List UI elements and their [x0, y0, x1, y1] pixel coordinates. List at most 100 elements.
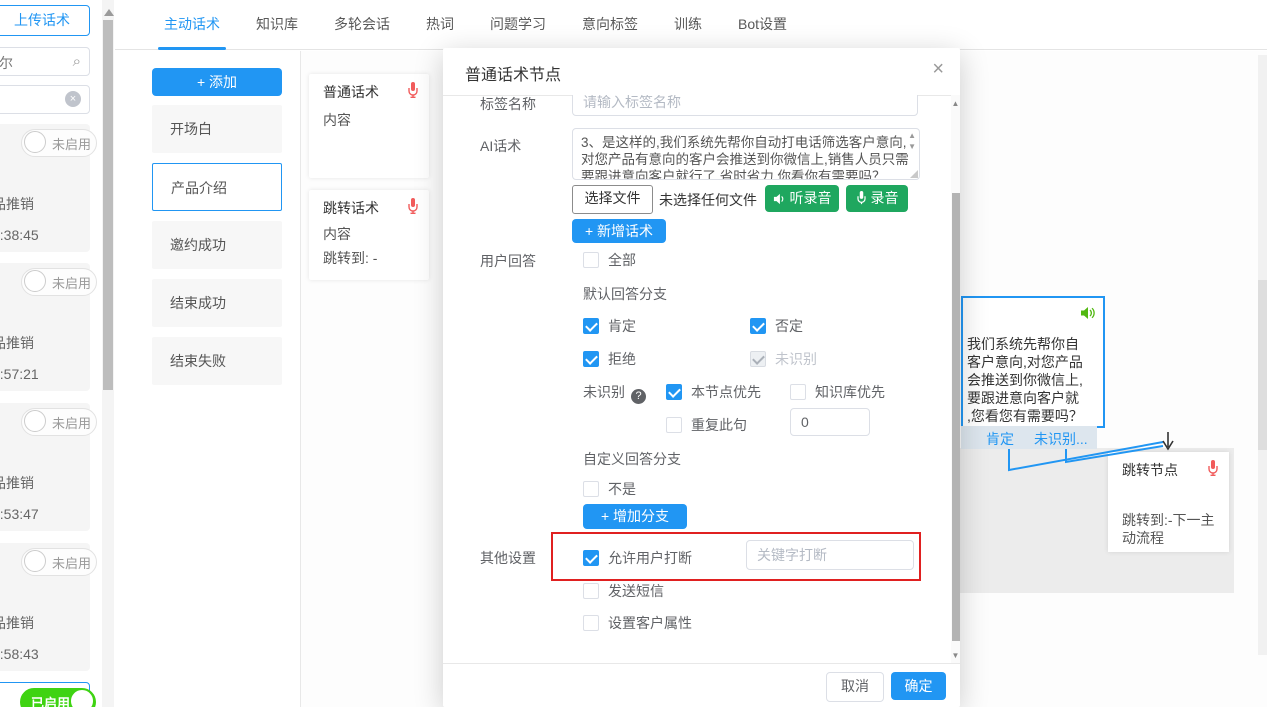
microphone-icon[interactable] [407, 198, 419, 217]
jump-node-card[interactable]: 跳转节点 跳转到:-下一主 动流程 [1108, 452, 1229, 552]
enable-toggle[interactable]: 未启用 [21, 548, 97, 576]
flow-item-invite-success[interactable]: 邀约成功 [152, 221, 282, 269]
checkbox-refuse[interactable]: 拒绝 [583, 349, 636, 369]
enable-toggle-on[interactable]: 已启用 [20, 688, 96, 707]
search-icon[interactable]: ⌕ [73, 53, 81, 70]
tab-knowledge-base[interactable]: 知识库 [242, 0, 312, 50]
toggle-label: 未启用 [52, 553, 91, 572]
checkbox-icon [583, 252, 599, 268]
tab-hot-words[interactable]: 热词 [412, 0, 468, 50]
flow-item-opening[interactable]: 开场白 [152, 105, 282, 153]
toggle-label: 已启用 [31, 693, 70, 707]
checkbox-repeat-sentence[interactable]: 重复此句 [666, 415, 747, 435]
cancel-button[interactable]: 取消 [826, 672, 884, 702]
scroll-up-arrow-icon[interactable]: ▲ [951, 99, 960, 108]
campaign-name: 品推销 [0, 333, 34, 353]
listen-recording-button[interactable]: 听录音 [765, 185, 839, 212]
left-scrollbar[interactable] [102, 0, 114, 707]
bubble-text-line: 要跟进意向客户就 [967, 388, 1079, 408]
filter-input[interactable]: × [0, 85, 90, 114]
node-card-jump-script[interactable]: 跳转话术 内容 跳转到: - [309, 190, 429, 280]
canvas-right-scroll-thumb[interactable] [1258, 280, 1267, 450]
add-script-label: 新增话术 [597, 223, 653, 239]
checkbox-kb-first[interactable]: 知识库优先 [790, 382, 885, 402]
label-name-label: 标签名称 [480, 95, 536, 114]
add-flow-button[interactable]: + 添加 [152, 68, 282, 96]
campaign-card[interactable]: 未启用 品推销 9:38:45 [0, 124, 90, 252]
tab-question-learning[interactable]: 问题学习 [476, 0, 560, 50]
scroll-up-arrow-icon[interactable] [104, 4, 114, 16]
flow-item-product-intro[interactable]: 产品介绍 [152, 163, 282, 211]
toggle-label: 未启用 [52, 273, 91, 292]
checkbox-icon [666, 384, 682, 400]
campaign-time: 7:53:47 [0, 506, 39, 522]
app-root: 主动话术 知识库 多轮会话 热词 问题学习 意向标签 训练 Bot设置 上传话术… [0, 0, 1267, 707]
scroll-down-arrow-icon[interactable]: ▼ [951, 651, 960, 660]
node-card-normal-script[interactable]: 普通话术 内容 [309, 74, 429, 178]
checkbox-label: 设置客户属性 [608, 613, 692, 633]
confirm-button[interactable]: 确定 [891, 672, 946, 700]
ai-script-textarea[interactable]: 3、是这样的,我们系统先帮你自动打电话筛选客户意向, 对您产品有意向的客户会推送… [572, 128, 920, 180]
clear-icon[interactable]: × [65, 91, 81, 107]
scrollbar-thumb[interactable] [103, 20, 113, 390]
textarea-scroll-up-icon[interactable]: ▲ [908, 131, 916, 140]
speaker-icon[interactable] [1080, 306, 1095, 323]
campaign-time: 9:38:45 [0, 227, 39, 243]
enable-toggle[interactable]: 未启用 [21, 408, 97, 436]
branch-tab-unrecognized[interactable]: 未识别... [1034, 429, 1088, 449]
branch-tab-strip: 肯定 未识别... [961, 426, 1097, 449]
tab-strip: 主动话术 知识库 多轮会话 热词 问题学习 意向标签 训练 Bot设置 [150, 0, 801, 50]
tab-active-scripts[interactable]: 主动话术 [150, 0, 234, 50]
search-input-text: 尔 [0, 53, 13, 73]
checkbox-set-customer-attr[interactable]: 设置客户属性 [583, 613, 692, 633]
help-icon[interactable]: ? [631, 389, 646, 404]
microphone-icon [856, 191, 867, 205]
checkbox-label: 重复此句 [691, 415, 747, 435]
tab-intent-labels[interactable]: 意向标签 [568, 0, 652, 50]
checkbox-deny[interactable]: 否定 [750, 316, 803, 336]
checkbox-all[interactable]: 全部 [583, 250, 636, 270]
flow-item-end-fail[interactable]: 结束失败 [152, 337, 282, 385]
enable-toggle[interactable]: 未启用 [21, 129, 97, 157]
add-script-button[interactable]: + 新增话术 [572, 219, 666, 243]
speech-bubble-node[interactable]: 我们系统先帮你自 客户意向,对您产品 会推送到你微信上, 要跟进意向客户就 ,您… [961, 296, 1105, 428]
campaign-card[interactable]: 未启用 品推销 3:58:43 [0, 543, 90, 671]
repeat-count-input[interactable] [790, 408, 870, 436]
campaign-card[interactable]: 未启用 品推销 7:53:47 [0, 403, 90, 531]
name-search-input[interactable]: 尔 ⌕ [0, 47, 90, 76]
record-button[interactable]: 录音 [846, 185, 908, 212]
no-file-text: 未选择任何文件 [659, 190, 757, 210]
campaign-card[interactable]: 未启用 品推销 7:57:21 [0, 263, 90, 391]
tab-multi-turn[interactable]: 多轮会话 [320, 0, 404, 50]
close-icon[interactable]: × [932, 58, 944, 81]
enable-toggle[interactable]: 未启用 [21, 268, 97, 296]
checkbox-send-sms[interactable]: 发送短信 [583, 581, 664, 601]
checkbox-label: 知识库优先 [815, 382, 885, 402]
microphone-icon[interactable] [1207, 460, 1219, 479]
choose-file-button[interactable]: 选择文件 [572, 185, 653, 214]
node-jump-target: 动流程 [1122, 528, 1164, 548]
flow-item-end-success[interactable]: 结束成功 [152, 279, 282, 327]
checkbox-affirm[interactable]: 肯定 [583, 316, 636, 336]
record-label: 录音 [871, 190, 899, 206]
checkbox-icon [750, 318, 766, 334]
microphone-icon[interactable] [407, 82, 419, 101]
checkbox-node-first[interactable]: 本节点优先 [666, 382, 761, 402]
scrollbar-thumb[interactable] [952, 193, 960, 641]
branch-tab-affirm[interactable]: 肯定 [986, 429, 1014, 449]
textarea-scroll-down-icon[interactable]: ▼ [908, 142, 916, 151]
upload-script-button[interactable]: 上传话术 [0, 5, 90, 36]
checkbox-icon [583, 481, 599, 497]
plus-icon: + [197, 74, 205, 90]
label-name-input[interactable] [572, 95, 918, 116]
campaign-card-enabled[interactable]: 已启用 [0, 682, 90, 707]
node-title: 跳转话术 [323, 198, 379, 218]
tab-bot-settings[interactable]: Bot设置 [724, 0, 801, 50]
tab-training[interactable]: 训练 [660, 0, 716, 50]
unrecognized-text: 未识别 [583, 384, 625, 400]
modal-scrollbar[interactable]: ▲ ▼ [951, 95, 960, 664]
bubble-text-line: 会推送到你微信上, [967, 370, 1083, 390]
resize-handle[interactable] [910, 170, 918, 178]
add-branch-button[interactable]: + 增加分支 [583, 504, 687, 529]
checkbox-not[interactable]: 不是 [583, 479, 636, 499]
